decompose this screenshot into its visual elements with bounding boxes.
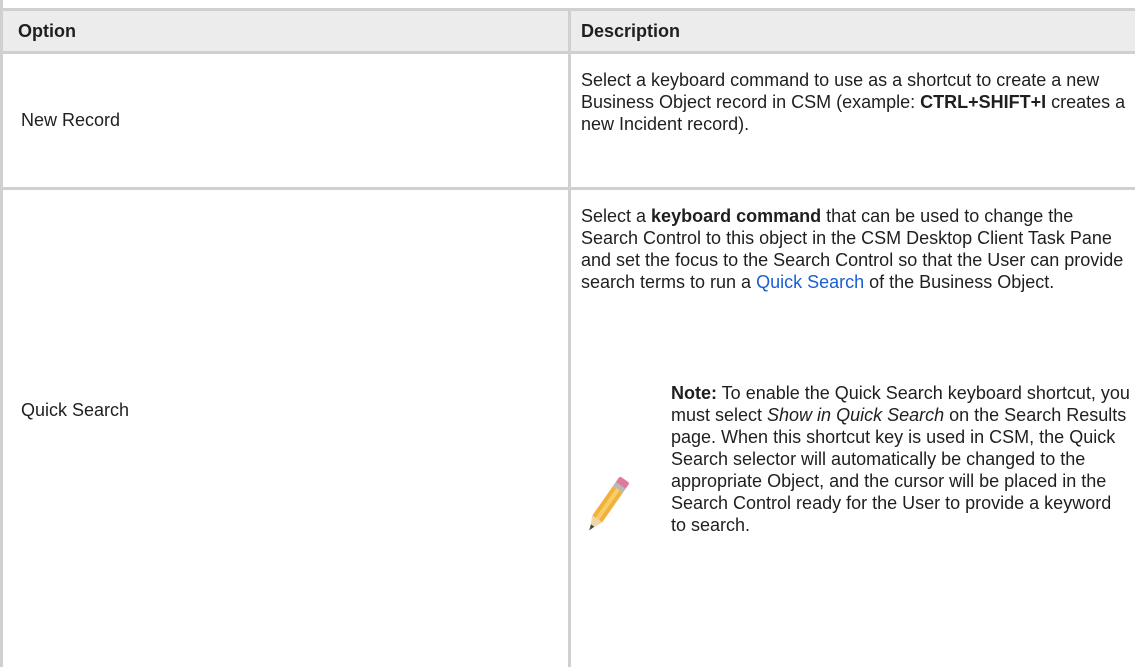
description-quick-search: Select a keyboard command that can be us… bbox=[581, 206, 1124, 292]
option-quick-search: Quick Search bbox=[21, 400, 130, 420]
note-quick-search: Note: To enable the Quick Search keyboar… bbox=[671, 383, 1130, 535]
column-divider bbox=[568, 8, 571, 667]
pencil-icon bbox=[589, 476, 629, 531]
quick-search-link[interactable]: Quick Search bbox=[756, 272, 864, 292]
option-new-record: New Record bbox=[21, 110, 121, 130]
description-new-record: Select a keyboard command to use as a sh… bbox=[581, 70, 1126, 134]
row-divider bbox=[3, 187, 1135, 190]
options-table: Option Description New Record Select a k… bbox=[0, 0, 1135, 667]
header-description: Description bbox=[581, 21, 681, 41]
header-option: Option bbox=[18, 21, 76, 41]
